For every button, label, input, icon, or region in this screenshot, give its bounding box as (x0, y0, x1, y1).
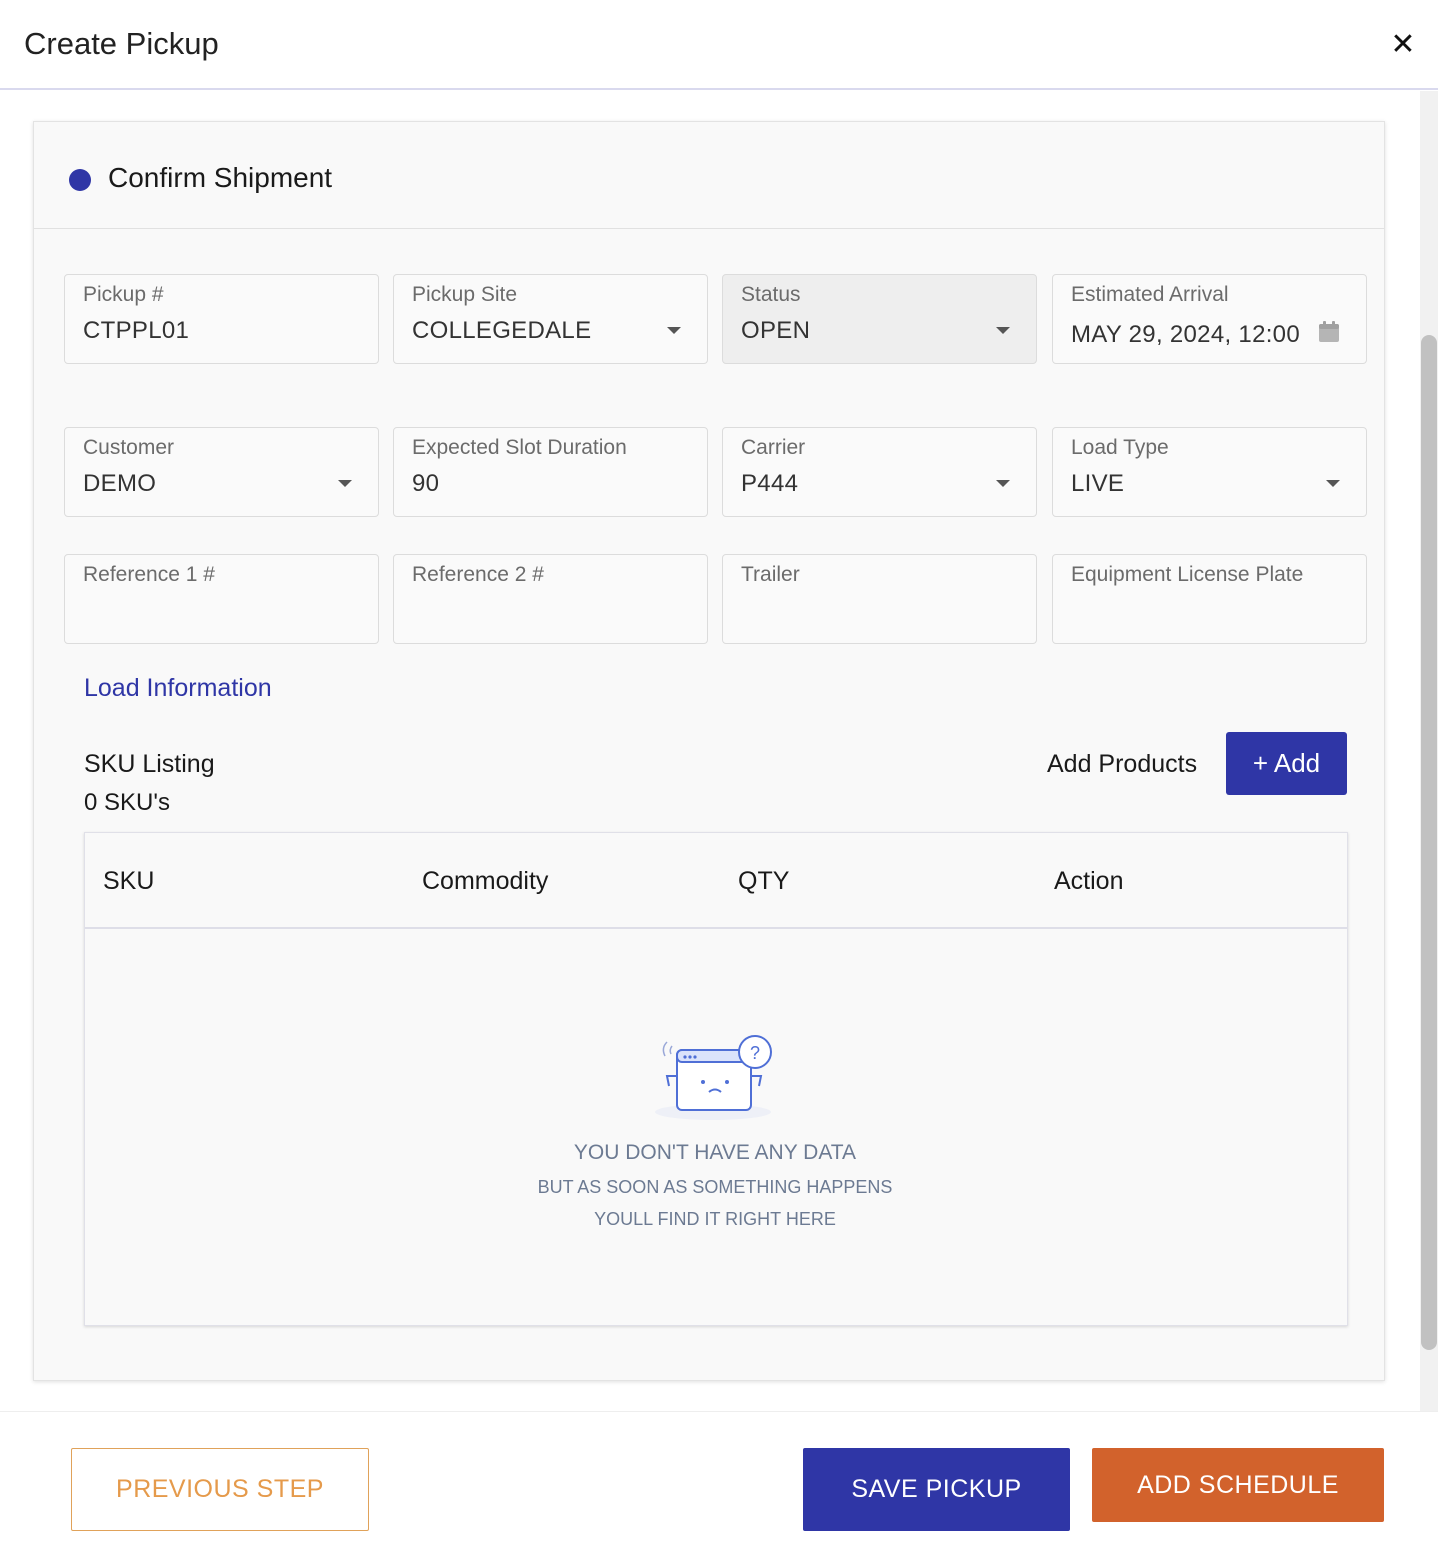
column-header-action: Action (1054, 867, 1124, 895)
column-header-sku: SKU (103, 867, 155, 895)
equipment-license-plate-field[interactable]: Equipment License Plate (1052, 554, 1367, 644)
estimated-arrival-field[interactable]: Estimated Arrival MAY 29, 2024, 12:00 (1052, 274, 1367, 364)
column-header-qty: QTY (738, 867, 790, 895)
field-label: Customer (83, 436, 175, 459)
field-label: Reference 1 # (83, 563, 215, 586)
field-value: 90 (412, 470, 440, 497)
chevron-down-icon (996, 480, 1010, 487)
field-value: MAY 29, 2024, 12:00 (1071, 321, 1300, 348)
field-label: Load Type (1071, 436, 1169, 459)
field-label: Reference 2 # (412, 563, 544, 586)
chevron-down-icon (667, 327, 681, 334)
field-value: P444 (741, 470, 799, 497)
field-value: CTPPL01 (83, 317, 190, 344)
field-value: DEMO (83, 470, 157, 497)
reference-1-field[interactable]: Reference 1 # (64, 554, 379, 644)
chevron-down-icon (996, 327, 1010, 334)
dialog-title: Create Pickup (24, 26, 219, 61)
field-label: Pickup Site (412, 283, 518, 306)
empty-state-subtitle-2: YOULL FIND IT RIGHT HERE (594, 1209, 836, 1229)
field-label: Estimated Arrival (1071, 283, 1229, 306)
field-label: Status (741, 283, 801, 306)
previous-step-button[interactable]: PREVIOUS STEP (71, 1448, 369, 1531)
carrier-select[interactable]: Carrier P444 (722, 427, 1037, 517)
card-header: Confirm Shipment (34, 122, 1384, 229)
sku-listing-title: SKU Listing (84, 750, 215, 778)
calendar-icon[interactable] (1318, 321, 1340, 343)
expected-slot-duration-field[interactable]: Expected Slot Duration 90 (393, 427, 708, 517)
empty-state-illustration: ? (655, 1035, 772, 1120)
status-select: Status OPEN (722, 274, 1037, 364)
field-value: COLLEGEDALE (412, 317, 592, 344)
close-icon[interactable]: ✕ (1388, 28, 1418, 62)
chevron-down-icon (1326, 480, 1340, 487)
column-header-commodity: Commodity (422, 867, 549, 895)
customer-select[interactable]: Customer DEMO (64, 427, 379, 517)
chevron-down-icon (338, 480, 352, 487)
field-label: Expected Slot Duration (412, 436, 627, 459)
svg-text:?: ? (750, 1043, 760, 1063)
section-dot-icon (69, 169, 91, 191)
add-schedule-button[interactable]: ADD SCHEDULE (1092, 1448, 1384, 1522)
load-information-link[interactable]: Load Information (84, 674, 272, 703)
empty-state-title: YOU DON'T HAVE ANY DATA (573, 1141, 857, 1164)
field-label: Trailer (741, 563, 800, 586)
field-value: OPEN (741, 317, 811, 344)
empty-state-subtitle: BUT AS SOON AS SOMETHING HAPPENS (537, 1177, 893, 1197)
pickup-site-select[interactable]: Pickup Site COLLEGEDALE (393, 274, 708, 364)
field-value: LIVE (1071, 470, 1125, 497)
trailer-field[interactable]: Trailer (722, 554, 1037, 644)
field-label: Pickup # (83, 283, 164, 306)
table-header: SKU Commodity QTY Action (85, 833, 1347, 929)
save-pickup-button[interactable]: SAVE PICKUP (803, 1448, 1070, 1531)
sku-count: 0 SKU's (84, 789, 170, 816)
reference-2-field[interactable]: Reference 2 # (393, 554, 708, 644)
add-products-label: Add Products (1047, 750, 1198, 778)
dialog-header: Create Pickup ✕ (0, 0, 1438, 90)
add-product-button[interactable]: + Add (1226, 732, 1347, 795)
field-label: Carrier (741, 436, 806, 459)
pickup-number-field[interactable]: Pickup # CTPPL01 (64, 274, 379, 364)
load-type-select[interactable]: Load Type LIVE (1052, 427, 1367, 517)
section-title: Confirm Shipment (108, 162, 333, 193)
field-label: Equipment License Plate (1071, 563, 1304, 586)
